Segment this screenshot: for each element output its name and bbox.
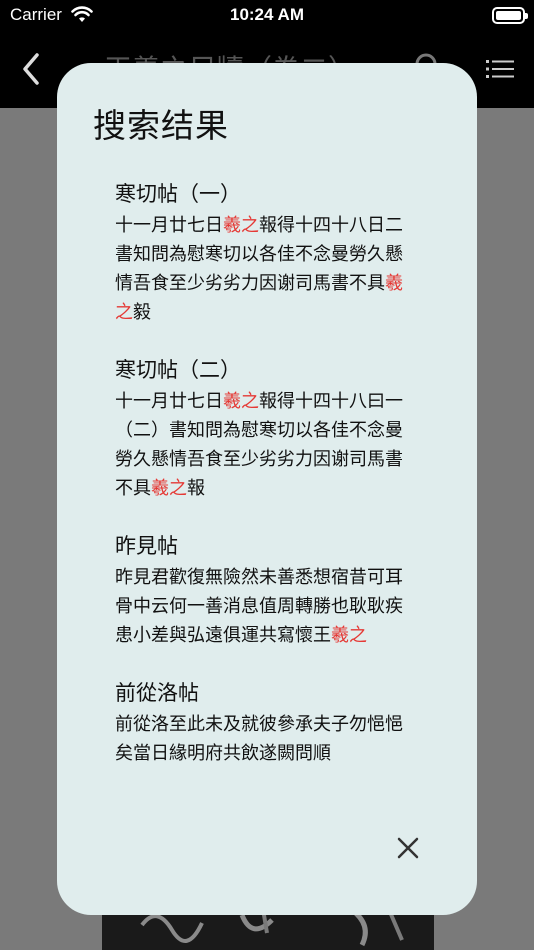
- list-icon[interactable]: [486, 58, 514, 80]
- snippet-text: 十一月廿七日: [115, 215, 223, 236]
- result-item[interactable]: 昨見帖 昨見君歡復無險然未善悉想宿昔可耳骨中云何一善消息值周轉勝也耿耿疾患小差與…: [115, 531, 415, 650]
- snippet-highlight: 羲之: [223, 215, 259, 236]
- result-snippet: 前從洛至此未及就彼參承夫子勿悒悒矣當日緣明府共飲遂闕問順: [115, 710, 415, 768]
- snippet-highlight: 羲之: [151, 478, 187, 499]
- snippet-text: 前從洛至此未及就彼參承夫子勿悒悒矣當日緣明府共飲遂闕問順: [115, 714, 403, 764]
- result-title: 前從洛帖: [115, 681, 199, 705]
- close-icon[interactable]: [393, 833, 423, 863]
- result-item[interactable]: 寒切帖（一） 十一月廿七日羲之報得十四十八日二書知問為慰寒切以各佳不念曼勞久懸情…: [115, 179, 415, 327]
- status-time: 10:24 AM: [229, 5, 304, 24]
- snippet-text: 毅: [133, 302, 151, 323]
- result-item[interactable]: 寒切帖（二） 十一月廿七日羲之報得十四十八曰一（二）書知問為慰寒切以各佳不念曼勞…: [115, 355, 415, 503]
- chevron-left-icon[interactable]: [20, 52, 42, 86]
- modal-title: 搜索结果: [93, 106, 229, 145]
- result-item[interactable]: 前從洛帖 前從洛至此未及就彼參承夫子勿悒悒矣當日緣明府共飲遂闕問順: [115, 678, 415, 768]
- result-snippet: 十一月廿七日羲之報得十四十八日二書知問為慰寒切以各佳不念曼勞久懸情吾食至少劣劣力…: [115, 211, 415, 327]
- battery-icon: [492, 7, 528, 24]
- snippet-text: 報: [187, 478, 205, 499]
- result-snippet: 十一月廿七日羲之報得十四十八曰一（二）書知問為慰寒切以各佳不念曼勞久懸情吾食至少…: [115, 387, 415, 503]
- search-results-modal: 搜索结果 寒切帖（一） 十一月廿七日羲之報得十四十八日二書知問為慰寒切以各佳不念…: [57, 63, 477, 915]
- result-snippet: 昨見君歡復無險然未善悉想宿昔可耳骨中云何一善消息值周轉勝也耿耿疾患小差與弘遠俱運…: [115, 563, 415, 650]
- snippet-text: 十一月廿七日: [115, 391, 223, 412]
- snippet-highlight: 羲之: [223, 391, 259, 412]
- result-title: 昨見帖: [115, 534, 178, 558]
- result-title: 寒切帖（一）: [115, 182, 241, 206]
- results-list: 寒切帖（一） 十一月廿七日羲之報得十四十八日二書知問為慰寒切以各佳不念曼勞久懸情…: [115, 179, 415, 796]
- status-bar: Carrier 10:24 AM: [0, 0, 534, 30]
- snippet-highlight: 羲之: [331, 625, 367, 646]
- result-title: 寒切帖（二）: [115, 358, 241, 382]
